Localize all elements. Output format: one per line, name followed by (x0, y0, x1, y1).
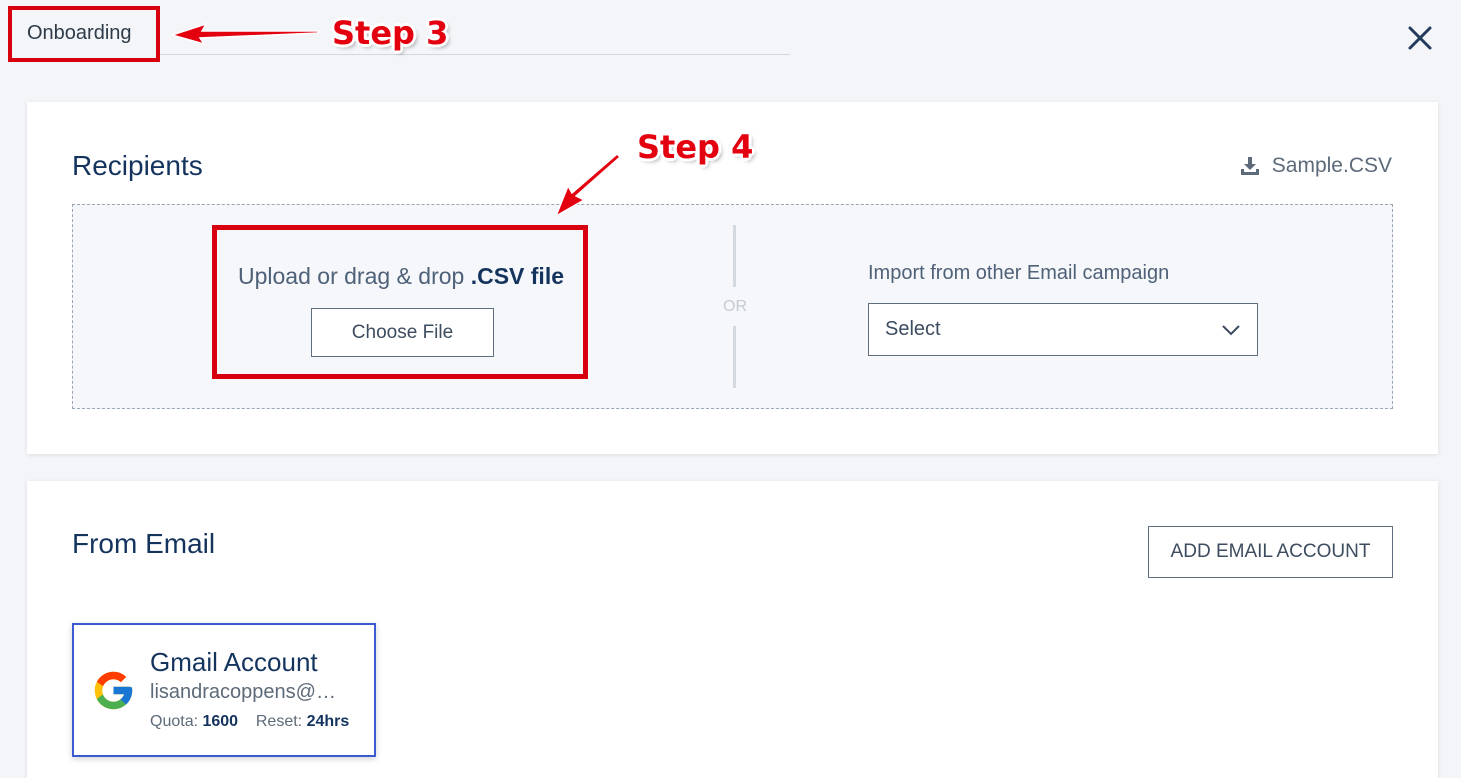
step4-annotation: Step 4 (637, 128, 754, 166)
or-divider-top (733, 225, 736, 287)
quota-label: Quota: (150, 713, 199, 730)
or-label: OR (723, 298, 747, 315)
sample-csv-label: Sample.CSV (1271, 154, 1392, 177)
campaign-select-value: Select (885, 318, 941, 340)
chevron-down-icon (1222, 324, 1240, 335)
step3-arrow (169, 22, 319, 46)
add-email-account-button[interactable]: ADD EMAIL ACCOUNT (1148, 526, 1393, 578)
upload-extension: .CSV file (470, 263, 565, 289)
recipients-title: Recipients (72, 150, 203, 181)
onboarding-tab[interactable]: Onboarding (27, 22, 132, 45)
gmail-account-email: lisandracoppens@… (150, 681, 336, 703)
close-icon[interactable] (1404, 22, 1436, 54)
upload-text: Upload or drag & drop (238, 263, 465, 289)
or-divider-bottom (733, 326, 736, 388)
sample-csv-link[interactable]: Sample.CSV (1240, 154, 1392, 178)
import-label: Import from other Email campaign (868, 262, 1170, 284)
reset-label: Reset: (255, 713, 303, 730)
gmail-account-name: Gmail Account (150, 647, 318, 677)
download-icon (1240, 157, 1259, 175)
campaign-select[interactable]: Select (868, 303, 1258, 356)
quota-value: 1600 (202, 713, 239, 730)
reset-value: 24hrs (306, 713, 350, 730)
gmail-quota-info: Quota: 1600 Reset: 24hrs (150, 713, 349, 731)
from-email-card: From Email ADD EMAIL ACCOUNT Gmail Accou… (27, 481, 1438, 778)
step3-annotation: Step 3 (332, 14, 449, 52)
upload-instructions: Upload or drag & drop .CSV file (238, 263, 564, 290)
csv-drop-zone[interactable]: Upload or drag & drop .CSV file Choose F… (72, 204, 1393, 409)
page: Onboarding Recipients Sample.CSV Upload … (0, 0, 1461, 778)
google-icon (94, 671, 133, 710)
header-divider (158, 54, 790, 55)
gmail-account-card[interactable]: Gmail Account lisandracoppens@… Quota: 1… (72, 623, 376, 757)
from-email-title: From Email (72, 528, 216, 559)
choose-file-button[interactable]: Choose File (311, 308, 494, 357)
